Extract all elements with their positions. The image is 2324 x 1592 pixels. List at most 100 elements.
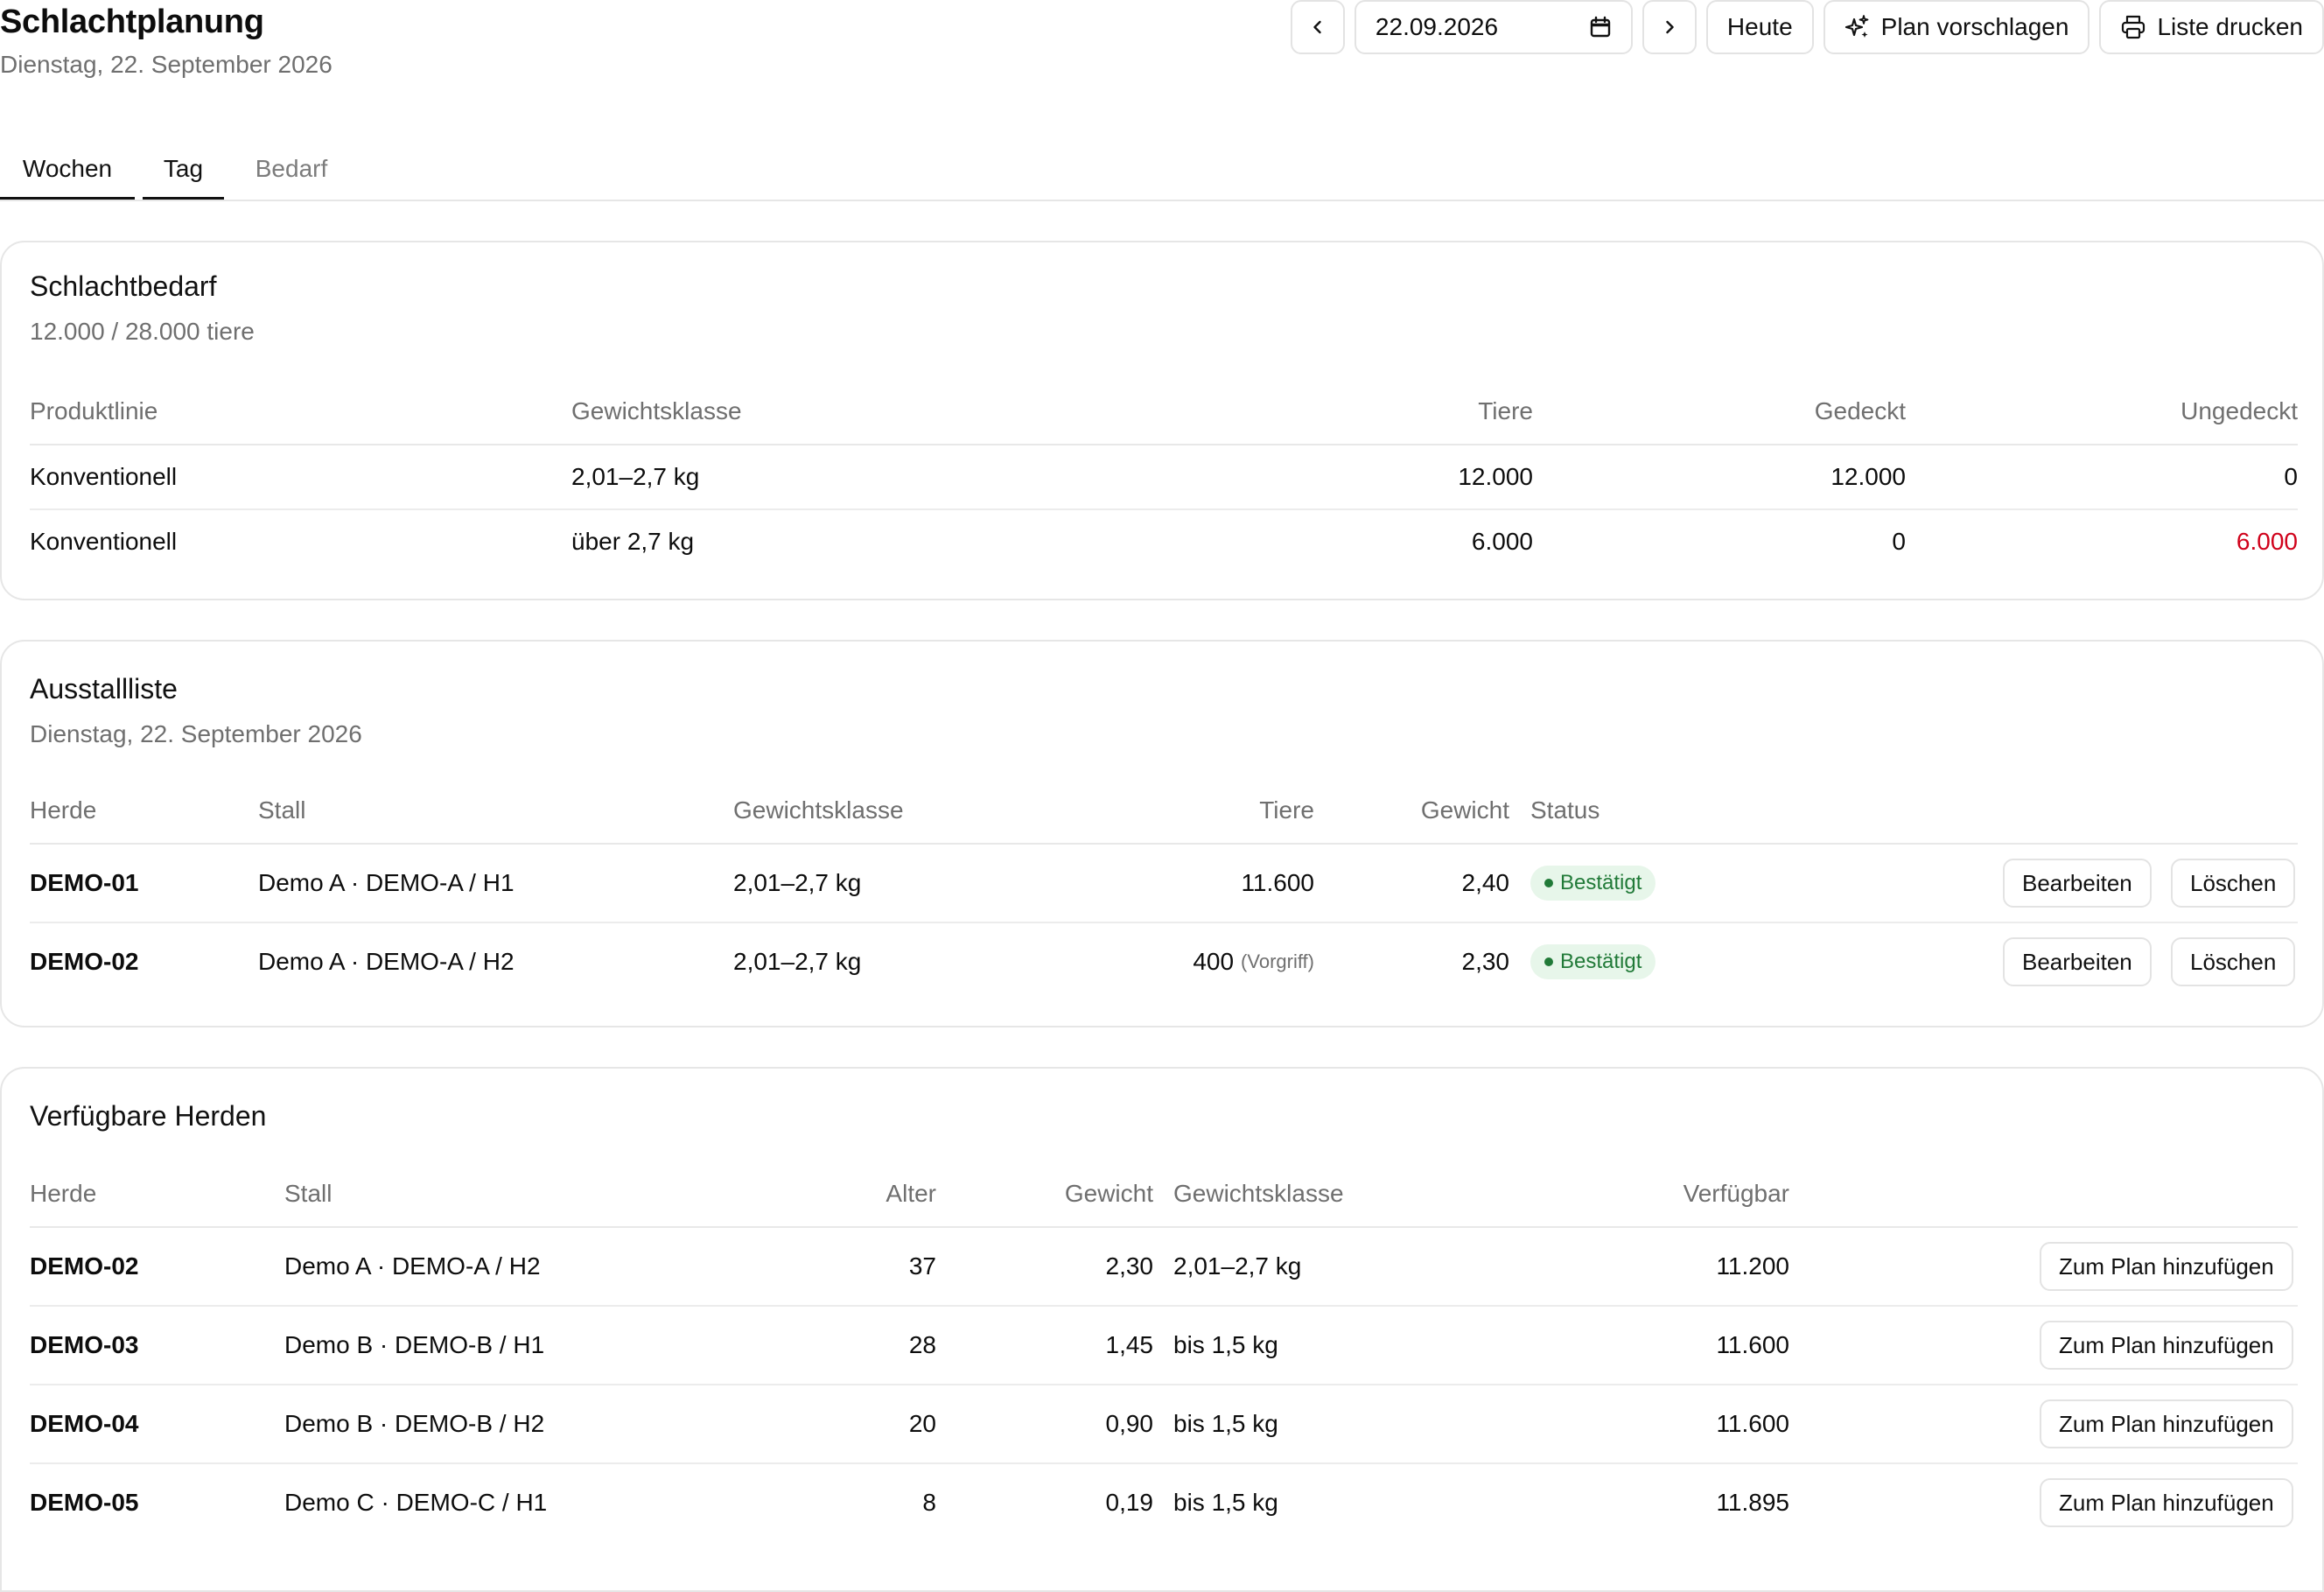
herds-table-header: Herde Stall Alter Gewicht Gewichtsklasse… bbox=[30, 1161, 2298, 1228]
demand-summary: 12.000 / 28.000 tiere bbox=[30, 318, 255, 345]
toolbar: 22.09.2026 Heute Plan vorschlagen Liste … bbox=[1290, 0, 2324, 54]
table-row: DEMO-05 Demo C · DEMO-C / H1 8 0,19 bis … bbox=[30, 1464, 2298, 1541]
row-gewicht: 2,30 bbox=[1461, 948, 1510, 975]
row-actions-delete: Löschen bbox=[2171, 923, 2296, 1000]
row-stall: Demo C · DEMO-C / H1 bbox=[284, 1489, 548, 1516]
col-gedeckt: Gedeckt bbox=[1814, 397, 1906, 424]
row-gewichtsklasse: bis 1,5 kg bbox=[1173, 1410, 1278, 1437]
row-ungedeckt: 6.000 bbox=[2236, 528, 2298, 555]
suggest-plan-button[interactable]: Plan vorschlagen bbox=[1823, 0, 2090, 54]
row-verfuegbar: 11.895 bbox=[1716, 1489, 1789, 1516]
row-herde: DEMO-03 bbox=[30, 1331, 139, 1358]
sparkles-icon bbox=[1844, 14, 1871, 40]
col-herde: Herde bbox=[30, 1180, 97, 1207]
row-gewichtsklasse: 2,01–2,7 kg bbox=[733, 948, 862, 975]
col-alter: Alter bbox=[886, 1180, 936, 1207]
add-to-plan-button[interactable]: Zum Plan hinzufügen bbox=[2040, 1321, 2293, 1370]
demand-table-header: Produktlinie Gewichtsklasse Tiere Gedeck… bbox=[30, 379, 2298, 445]
row-alter: 28 bbox=[908, 1331, 936, 1358]
view-tabs: Wochen Tag Bedarf bbox=[0, 140, 2324, 201]
date-value: 22.09.2026 bbox=[1375, 13, 1499, 40]
next-day-button[interactable] bbox=[1642, 0, 1697, 54]
row-gewichtsklasse: 2,01–2,7 kg bbox=[1173, 1252, 1302, 1280]
row-produktlinie: Konventionell bbox=[30, 528, 178, 555]
chevron-left-icon bbox=[1309, 18, 1326, 36]
row-gewicht: 0,90 bbox=[1105, 1410, 1154, 1437]
table-row: DEMO-02 Demo A · DEMO-A / H2 2,01–2,7 kg… bbox=[30, 923, 2298, 1000]
edit-button[interactable]: Bearbeiten bbox=[2003, 937, 2152, 986]
row-actions-delete: Löschen bbox=[2171, 845, 2296, 922]
table-row: DEMO-02 Demo A · DEMO-A / H2 37 2,30 2,0… bbox=[30, 1228, 2298, 1307]
status-badge: Bestätigt bbox=[1530, 866, 1656, 901]
row-verfuegbar: 11.200 bbox=[1716, 1252, 1789, 1280]
row-ungedeckt: 0 bbox=[2284, 463, 2298, 490]
row-action: Zum Plan hinzufügen bbox=[2040, 1385, 2293, 1462]
removal-list-card: Ausstallliste Dienstag, 22. September 20… bbox=[0, 640, 2324, 1027]
row-herde: DEMO-05 bbox=[30, 1489, 139, 1516]
col-produktlinie: Produktlinie bbox=[30, 397, 158, 424]
calendar-icon[interactable] bbox=[1589, 16, 1612, 39]
table-row: DEMO-04 Demo B · DEMO-B / H2 20 0,90 bis… bbox=[30, 1385, 2298, 1464]
previous-day-button[interactable] bbox=[1290, 0, 1345, 54]
row-produktlinie: Konventionell bbox=[30, 463, 178, 490]
status-badge-label: Bestätigt bbox=[1560, 871, 1642, 894]
herds-title: Verfügbare Herden bbox=[30, 1100, 267, 1132]
row-action: Zum Plan hinzufügen bbox=[2040, 1228, 2293, 1305]
removal-title: Ausstallliste bbox=[30, 673, 178, 705]
page-header: Schlachtplanung Dienstag, 22. September … bbox=[0, 0, 2324, 88]
table-row: Konventionell 2,01–2,7 kg 12.000 12.000 … bbox=[30, 445, 2298, 510]
col-ungedeckt: Ungedeckt bbox=[2180, 397, 2298, 424]
delete-button[interactable]: Löschen bbox=[2171, 937, 2296, 986]
suggest-plan-label: Plan vorschlagen bbox=[1880, 13, 2069, 40]
row-gewichtsklasse: bis 1,5 kg bbox=[1173, 1331, 1278, 1358]
add-to-plan-button[interactable]: Zum Plan hinzufügen bbox=[2040, 1399, 2293, 1448]
row-actions: Bearbeiten bbox=[2003, 845, 2152, 922]
row-stall: Demo A · DEMO-A / H2 bbox=[258, 948, 514, 975]
tab-tag[interactable]: Tag bbox=[143, 140, 224, 200]
col-gewicht: Gewicht bbox=[1420, 796, 1509, 824]
table-row: Konventionell über 2,7 kg 6.000 0 6.000 bbox=[30, 510, 2298, 573]
row-stall: Demo B · DEMO-B / H2 bbox=[284, 1410, 545, 1437]
row-tiere-value: 11.600 bbox=[1241, 869, 1314, 896]
print-list-label: Liste drucken bbox=[2157, 13, 2303, 40]
row-herde: DEMO-01 bbox=[30, 869, 139, 896]
status-badge: Bestätigt bbox=[1530, 944, 1656, 979]
row-tiere: 12.000 bbox=[1458, 463, 1533, 490]
row-gewichtsklasse: über 2,7 kg bbox=[571, 528, 695, 555]
row-action: Zum Plan hinzufügen bbox=[2040, 1307, 2293, 1384]
col-stall: Stall bbox=[284, 1180, 332, 1207]
today-button[interactable]: Heute bbox=[1705, 0, 1814, 54]
printer-icon bbox=[2120, 14, 2146, 40]
tab-wochen[interactable]: Wochen bbox=[0, 140, 135, 200]
date-input[interactable]: 22.09.2026 bbox=[1354, 0, 1633, 54]
col-gewichtsklasse: Gewichtsklasse bbox=[733, 796, 904, 824]
chevron-right-icon bbox=[1661, 18, 1678, 36]
row-stall: Demo A · DEMO-A / H2 bbox=[284, 1252, 541, 1280]
row-stall: Demo A · DEMO-A / H1 bbox=[258, 869, 514, 896]
app-root: Schlachtplanung Dienstag, 22. September … bbox=[0, 0, 2324, 1592]
col-tiere: Tiere bbox=[1478, 397, 1533, 424]
removal-subtitle: Dienstag, 22. September 2026 bbox=[30, 720, 362, 747]
add-to-plan-button[interactable]: Zum Plan hinzufügen bbox=[2040, 1478, 2293, 1527]
col-herde: Herde bbox=[30, 796, 97, 824]
row-alter: 20 bbox=[908, 1410, 936, 1437]
row-status: Bestätigt bbox=[1530, 845, 1656, 922]
row-tiere-value: 400 bbox=[1193, 948, 1235, 975]
row-verfuegbar: 11.600 bbox=[1716, 1331, 1789, 1358]
print-list-button[interactable]: Liste drucken bbox=[2099, 0, 2324, 54]
row-gewichtsklasse: 2,01–2,7 kg bbox=[733, 869, 862, 896]
col-status: Status bbox=[1530, 796, 1600, 824]
tab-bedarf[interactable]: Bedarf bbox=[236, 140, 346, 198]
col-gewichtsklasse: Gewichtsklasse bbox=[1173, 1180, 1344, 1207]
row-tiere: 6.000 bbox=[1471, 528, 1533, 555]
row-gedeckt: 12.000 bbox=[1830, 463, 1906, 490]
row-gedeckt: 0 bbox=[1892, 528, 1906, 555]
row-gewichtsklasse: 2,01–2,7 kg bbox=[571, 463, 700, 490]
page-subtitle: Dienstag, 22. September 2026 bbox=[0, 51, 332, 78]
col-stall: Stall bbox=[258, 796, 306, 824]
delete-button[interactable]: Löschen bbox=[2171, 859, 2296, 908]
available-herds-card: Verfügbare Herden Herde Stall Alter Gewi… bbox=[0, 1067, 2324, 1592]
row-actions: Bearbeiten bbox=[2003, 923, 2152, 1000]
add-to-plan-button[interactable]: Zum Plan hinzufügen bbox=[2040, 1242, 2293, 1291]
edit-button[interactable]: Bearbeiten bbox=[2003, 859, 2152, 908]
